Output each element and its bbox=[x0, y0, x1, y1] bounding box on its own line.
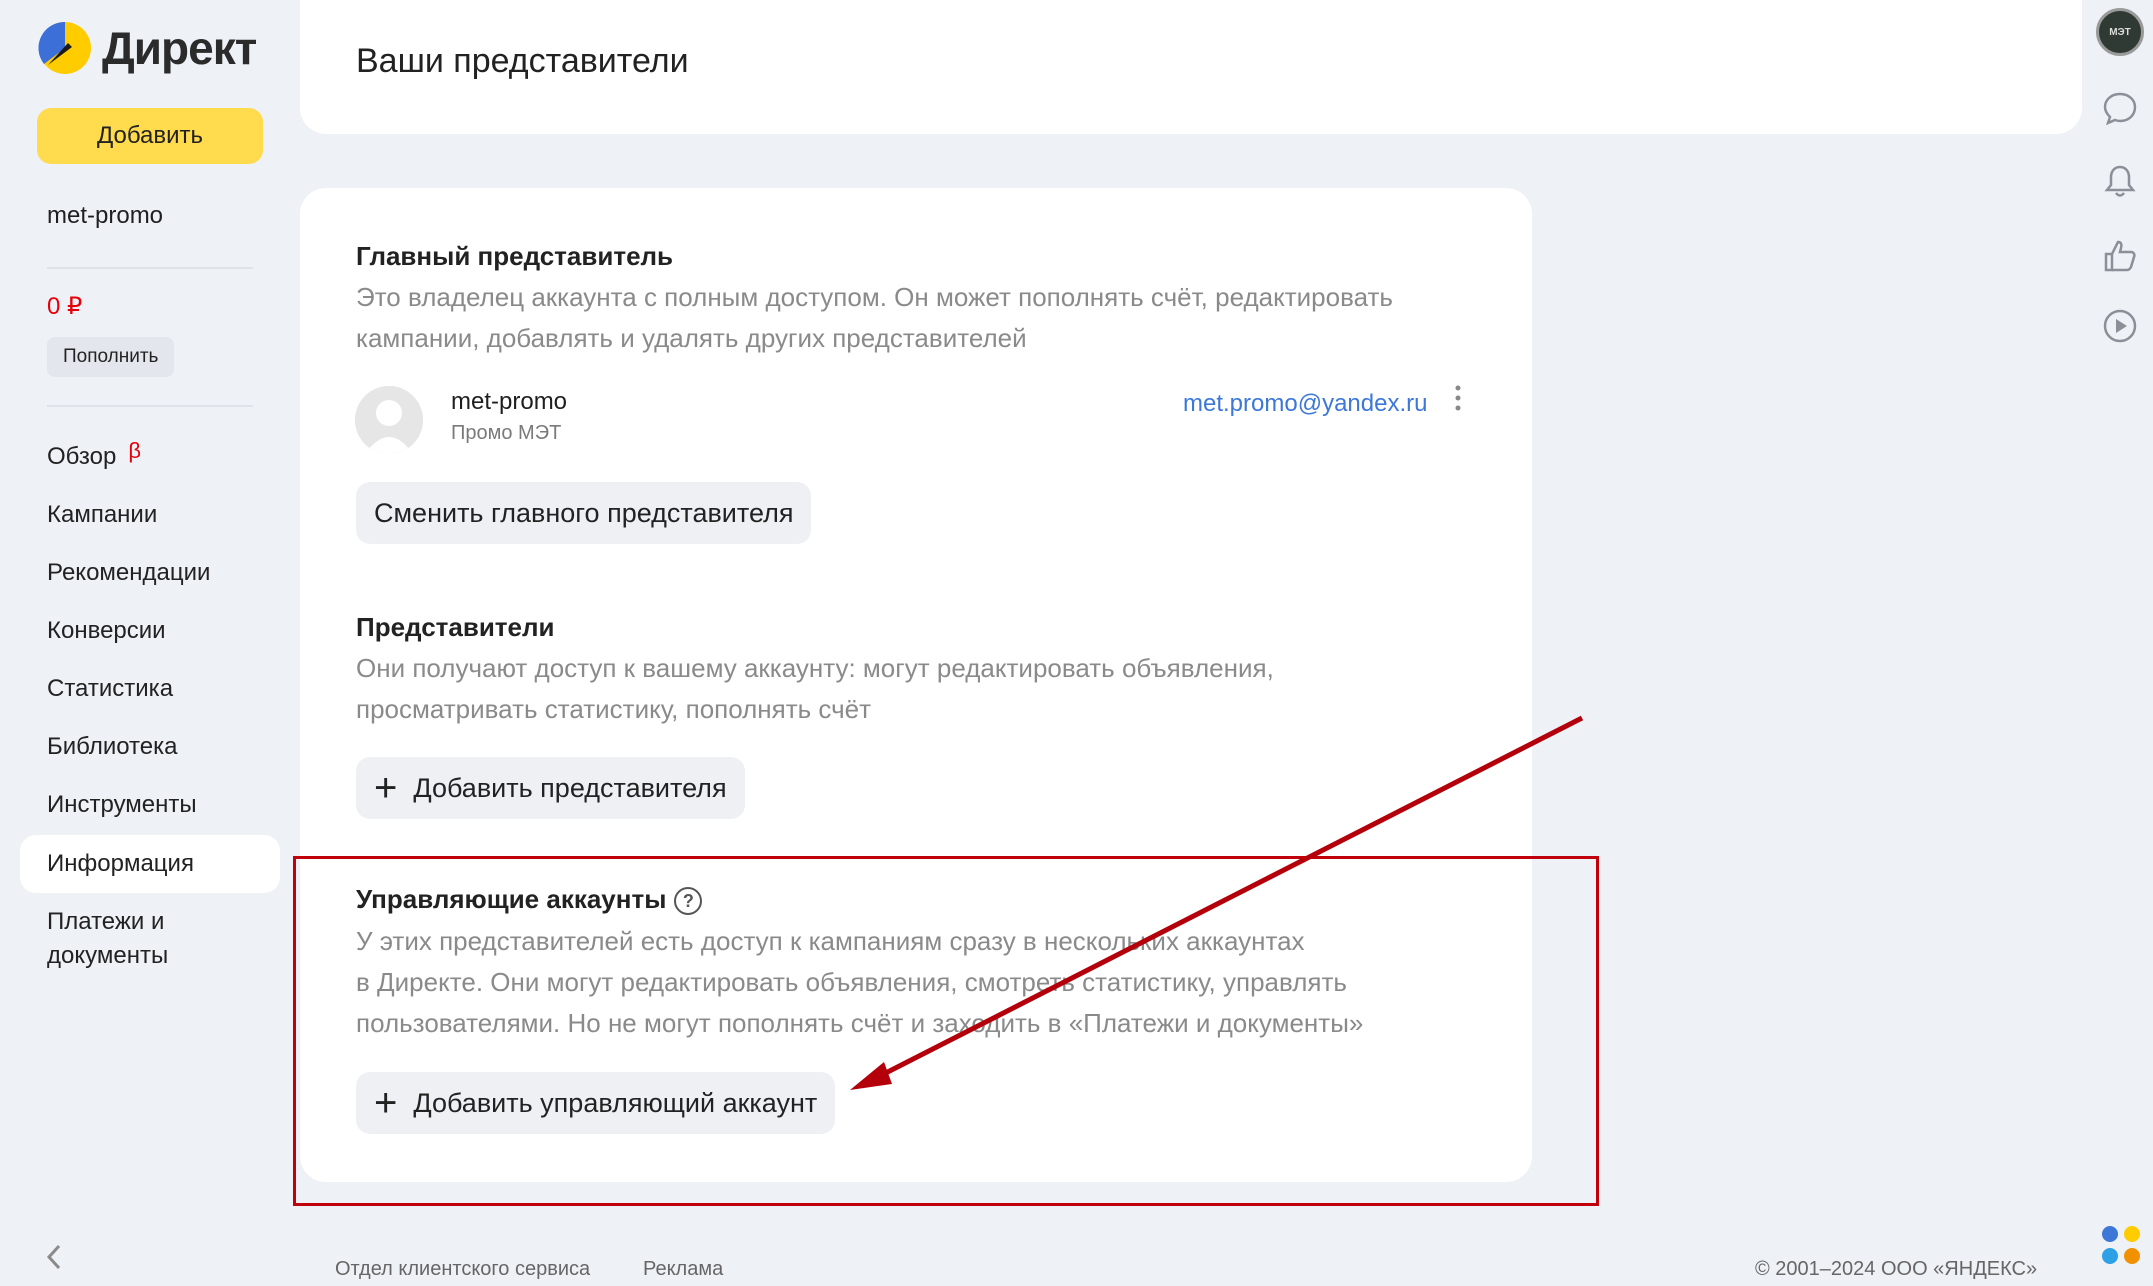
logo-text: Директ bbox=[102, 22, 257, 74]
add-representative-button[interactable]: + Добавить представителя bbox=[356, 757, 745, 819]
main-rep-name: met-promo bbox=[451, 388, 568, 415]
button-label: Сменить главного представителя bbox=[374, 497, 794, 528]
account-name: met-promo bbox=[47, 202, 164, 229]
annotation-highlight-box bbox=[293, 856, 1599, 1206]
yandex-apps-icon[interactable] bbox=[2102, 1226, 2142, 1266]
profile-avatar[interactable]: МЭТ bbox=[2096, 8, 2144, 56]
footer-support-link[interactable]: Отдел клиентского сервиса bbox=[335, 1258, 590, 1281]
change-main-rep-button[interactable]: Сменить главного представителя bbox=[356, 482, 812, 544]
sidebar-item-library[interactable]: Библиотека bbox=[47, 730, 178, 764]
desc-line: просматривать статистику, пополнять счёт bbox=[356, 694, 872, 724]
main-rep-title: Главный представитель bbox=[356, 241, 674, 271]
bell-icon[interactable] bbox=[2102, 163, 2138, 199]
divider bbox=[47, 267, 253, 269]
desc-line: Они получают доступ к вашему аккаунту: м… bbox=[356, 653, 1274, 683]
main-rep-email[interactable]: met.promo@yandex.ru bbox=[1183, 390, 1427, 418]
reps-title: Представители bbox=[356, 612, 555, 642]
page-title: Ваши представители bbox=[356, 42, 689, 80]
balance: 0 ₽ bbox=[47, 293, 83, 320]
topup-button[interactable]: Пополнить bbox=[47, 337, 175, 377]
chat-icon[interactable] bbox=[2102, 90, 2138, 126]
direct-logo[interactable]: Директ bbox=[38, 18, 257, 78]
sidebar-item-information[interactable]: Информация bbox=[47, 847, 194, 881]
add-button[interactable]: Добавить bbox=[37, 108, 263, 164]
thumbs-up-icon[interactable] bbox=[2102, 238, 2138, 274]
direct-logo-icon bbox=[38, 21, 92, 75]
sidebar-item-statistics[interactable]: Статистика bbox=[47, 672, 173, 706]
sidebar-item-tools[interactable]: Инструменты bbox=[47, 788, 197, 822]
divider bbox=[47, 405, 253, 407]
beta-badge: β bbox=[128, 438, 141, 463]
plus-icon: + bbox=[374, 766, 398, 810]
sidebar-item-conversions[interactable]: Конверсии bbox=[47, 614, 166, 648]
footer-copyright: © 2001–2024 ООО «ЯНДЕКС» bbox=[1755, 1258, 2038, 1280]
sidebar-item-recommendations[interactable]: Рекомендации bbox=[47, 556, 210, 590]
sidebar-item-payments[interactable]: Платежи и документы bbox=[47, 905, 168, 973]
more-options-icon[interactable] bbox=[1453, 384, 1463, 420]
sidebar-item-label: Обзор bbox=[47, 443, 117, 470]
sidebar-item-overview[interactable]: Обзор β bbox=[47, 438, 141, 474]
sidebar-item-campaigns[interactable]: Кампании bbox=[47, 498, 157, 532]
profile-avatar-text: МЭТ bbox=[2109, 26, 2131, 38]
main-rep-org: Промо МЭТ bbox=[451, 422, 562, 444]
play-icon[interactable] bbox=[2102, 308, 2138, 344]
desc-line: кампании, добавлять и удалять других пре… bbox=[356, 323, 1027, 353]
avatar bbox=[355, 386, 423, 454]
chevron-left-icon[interactable] bbox=[44, 1242, 64, 1280]
desc-line: Это владелец аккаунта с полным доступом.… bbox=[356, 282, 1393, 312]
button-label: Добавить представителя bbox=[413, 772, 727, 803]
main-rep-description: Это владелец аккаунта с полным доступом.… bbox=[356, 277, 1393, 359]
reps-description: Они получают доступ к вашему аккаунту: м… bbox=[356, 648, 1274, 730]
footer-ads-link[interactable]: Реклама bbox=[643, 1258, 723, 1281]
